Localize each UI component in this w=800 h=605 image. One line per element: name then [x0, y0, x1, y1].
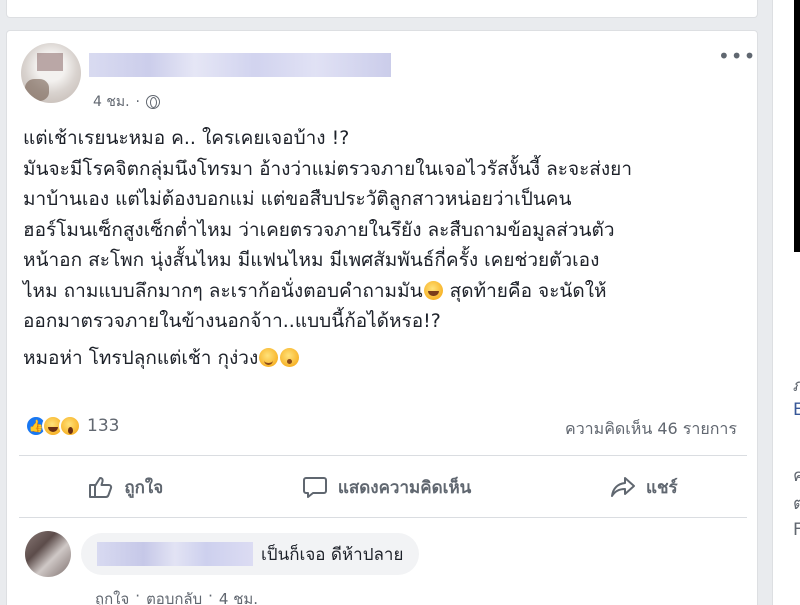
post-body: แต่เช้าเรยนะหมอ ค.. ใครเคยเจอบ้าง !? มัน…	[23, 123, 743, 373]
frustrated-emoji-icon	[280, 347, 300, 367]
post-timestamp[interactable]: 4 ชม.	[93, 91, 130, 113]
comment-count-link[interactable]: ความคิดเห็น 46 รายการ	[565, 417, 737, 442]
share-icon	[610, 477, 635, 497]
divider	[19, 455, 747, 456]
commenter-avatar[interactable]	[25, 531, 71, 577]
thumbs-up-icon	[89, 477, 113, 498]
post-action-bar: ถูกใจ แสดงความคิดเห็น แชร์	[19, 461, 747, 513]
comment-bubble: เป็นก็เจอ ดีห้าปลาย	[81, 533, 420, 575]
post-line: ออกมาตรวจภายในข้างนอกจ้าา..แบบนี้ก้อได้ห…	[23, 310, 441, 332]
author-avatar[interactable]	[21, 43, 81, 103]
comment-text: เป็นก็เจอ ดีห้าปลาย	[261, 544, 404, 565]
meta-separator: ·	[135, 94, 140, 110]
meta-separator: ·	[208, 587, 213, 605]
previous-post-card	[6, 0, 758, 18]
comment-like-link[interactable]: ถูกใจ	[95, 587, 129, 605]
sidebar-text: ค	[793, 466, 800, 486]
reaction-count: 133	[87, 416, 120, 436]
comment-reply-link[interactable]: ตอบกลับ	[146, 587, 202, 605]
comment-timestamp[interactable]: 4 ชม.	[219, 587, 258, 605]
comment-label: แสดงความคิดเห็น	[337, 477, 472, 498]
sidebar-text: ต	[793, 494, 800, 514]
post-line-last: หมอห่า โทรปลุกแต่เช้า กุง่วง	[23, 343, 743, 374]
post-line: สุดท้ายคือ จะนัดให้	[443, 279, 607, 302]
comment-button[interactable]: แสดงความคิดเห็น	[284, 466, 489, 509]
post-line: หน้าอก สะโพก นุ่งสั้นไหม มีแฟนไหม มีเพศส…	[23, 249, 600, 271]
feed-post: 4 ชม. · ••• แต่เช้าเรยนะหมอ ค.. ใครเคยเจ…	[6, 30, 758, 605]
post-line: ไหม ถามแบบลึกมากๆ ละเราก้อนั่งตอบคำถามมั…	[23, 279, 423, 302]
sidebar-media-preview[interactable]	[794, 0, 800, 252]
commenter-name-redacted[interactable]	[97, 542, 253, 566]
divider	[19, 517, 747, 518]
share-label: แชร์	[645, 477, 678, 498]
laughing-emoji-icon	[423, 280, 443, 300]
reactions-summary[interactable]: 👍 133	[25, 415, 119, 437]
share-button[interactable]: แชร์	[592, 466, 696, 509]
wow-reaction-icon	[59, 415, 81, 437]
post-line: แต่เช้าเรยนะหมอ ค.. ใครเคยเจอบ้าง !?	[23, 127, 350, 149]
sidebar-link[interactable]: E	[793, 400, 800, 420]
sidebar-text: ภ	[793, 376, 800, 396]
sidebar-text: F	[793, 520, 800, 540]
author-name-redacted[interactable]	[89, 53, 391, 77]
like-button[interactable]: ถูกใจ	[70, 466, 181, 509]
post-line: มาบ้านเอง แต่ไม่ต้องบอกแม่ แต่ขอสืบประวั…	[23, 188, 572, 210]
post-line: มันจะมีโรคจิตกลุ่มนึงโทรมา อ้างว่าแม่ตรว…	[23, 157, 632, 180]
more-options-icon[interactable]: •••	[718, 46, 756, 66]
like-label: ถูกใจ	[124, 477, 164, 498]
comment-icon	[302, 477, 327, 498]
meta-separator: ·	[135, 587, 141, 605]
post-line: ฮอร์โมนเซ็กสูงเซ็กต่ำไหม ว่าเคยตรวจภายใน…	[23, 218, 615, 241]
smiling-emoji-icon	[259, 347, 279, 367]
globe-icon[interactable]	[146, 95, 160, 109]
comment-actions: ถูกใจ · ตอบกลับ · 4 ชม.	[95, 587, 258, 605]
post-meta: 4 ชม. ·	[93, 91, 160, 113]
